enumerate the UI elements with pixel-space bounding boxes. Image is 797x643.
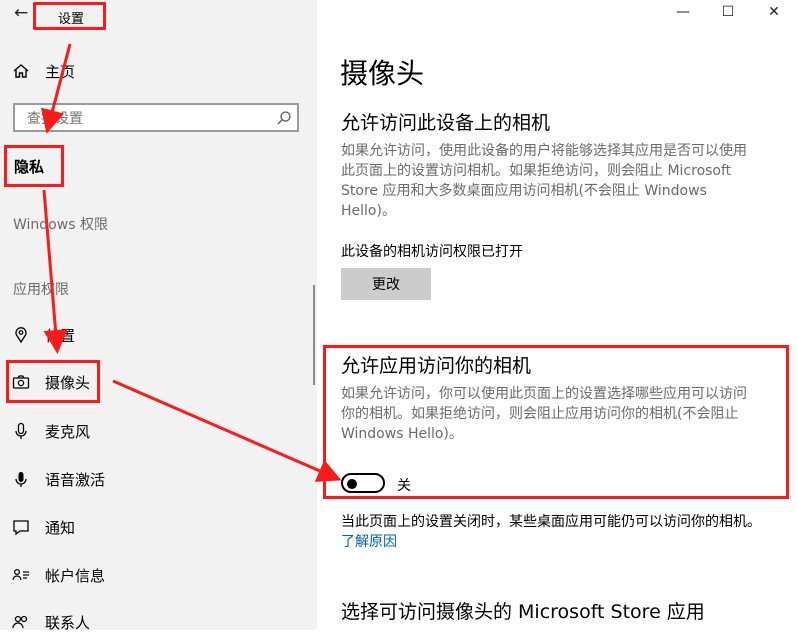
app-access-toggle[interactable] <box>341 473 385 493</box>
device-access-heading: 允许访问此设备上的相机 <box>341 112 551 134</box>
sidebar-item-label: 语音激活 <box>45 471 106 489</box>
description-line: Store 应用和大多数桌面应用访问相机(不会阻止 Windows <box>341 183 707 199</box>
close-button[interactable]: ✕ <box>759 4 789 24</box>
sidebar-item-voice-activation[interactable]: 语音激活 <box>0 460 317 500</box>
store-apps-heading: 选择可访问摄像头的 Microsoft Store 应用 <box>341 601 705 623</box>
sidebar-item-location[interactable]: 位置 <box>0 316 317 356</box>
voice-activation-icon <box>15 472 27 487</box>
toggle-state-label: 关 <box>397 478 411 494</box>
description-line: Windows Hello)。 <box>341 426 463 442</box>
home-icon <box>13 64 29 78</box>
search-box[interactable] <box>13 103 299 132</box>
sidebar-item-home[interactable]: 主页 <box>0 52 317 92</box>
description-line: 如果允许访问，你可以使用此页面上的设置选择哪些应用可以访问 <box>341 386 747 402</box>
windows-permissions-header: Windows 权限 <box>13 217 108 233</box>
notification-icon <box>13 520 29 536</box>
sidebar-scrollbar[interactable] <box>313 285 315 385</box>
location-icon <box>15 327 27 344</box>
change-button[interactable]: 更改 <box>341 268 431 300</box>
app-permissions-header: 应用权限 <box>13 282 69 298</box>
account-info-icon <box>12 568 29 581</box>
back-arrow-icon[interactable]: ← <box>14 3 28 23</box>
minimize-button[interactable]: — <box>668 4 698 24</box>
sidebar-item-microphone[interactable]: 麦克风 <box>0 412 317 452</box>
toggle-knob <box>347 479 357 489</box>
note-text: 当此页面上的设置关闭时，某些桌面应用可能仍可以访问你的相机。 <box>341 514 761 530</box>
sidebar-item-label: 位置 <box>45 327 76 345</box>
sidebar-item-notifications[interactable]: 通知 <box>0 508 317 548</box>
camera-icon <box>12 375 30 389</box>
learn-why-link[interactable]: 了解原因 <box>341 534 397 550</box>
sidebar-item-contacts[interactable]: 联系人 <box>0 603 317 643</box>
search-icon[interactable] <box>276 110 292 126</box>
sidebar-item-label: 摄像头 <box>45 374 91 392</box>
sidebar-item-camera[interactable]: 摄像头 <box>0 363 317 403</box>
maximize-button[interactable]: ☐ <box>713 4 743 24</box>
window-title: 设置 <box>58 12 85 27</box>
sidebar-item-label: 帐户信息 <box>45 567 106 585</box>
contacts-icon <box>12 615 28 629</box>
description-line: Hello)。 <box>341 203 396 219</box>
desktop-apps-note: 当此页面上的设置关闭时，某些桌面应用可能仍可以访问你的相机。 了解原因 <box>341 512 771 552</box>
device-access-status: 此设备的相机访问权限已打开 <box>341 244 523 260</box>
description-line: 你的相机。如果拒绝访问，则会阻止应用访问你的相机(不会阻止 <box>341 406 739 422</box>
privacy-heading[interactable]: 隐私 <box>14 156 44 177</box>
sidebar-item-label: 麦克风 <box>45 423 91 441</box>
app-access-description: 如果允许访问，你可以使用此页面上的设置选择哪些应用可以访问 你的相机。如果拒绝访… <box>341 384 781 444</box>
page-title: 摄像头 <box>340 57 425 90</box>
device-access-description: 如果允许访问，使用此设备的用户将能够选择其应用是否可以使用 此页面上的设置访问相… <box>341 141 781 221</box>
sidebar-item-account-info[interactable]: 帐户信息 <box>0 556 317 596</box>
sidebar-item-label: 通知 <box>45 519 76 537</box>
sidebar: ← 设置 主页 隐私 Windows 权限 应用权限 位置 摄像头 <box>0 0 317 632</box>
description-line: 此页面上的设置访问相机。如果拒绝访问，则会阻止 Microsoft <box>341 163 732 179</box>
description-line: 如果允许访问，使用此设备的用户将能够选择其应用是否可以使用 <box>341 143 747 159</box>
search-input[interactable] <box>25 109 269 129</box>
microphone-icon <box>15 422 27 439</box>
app-access-heading: 允许应用访问你的相机 <box>341 355 532 377</box>
sidebar-item-label: 主页 <box>45 63 76 81</box>
